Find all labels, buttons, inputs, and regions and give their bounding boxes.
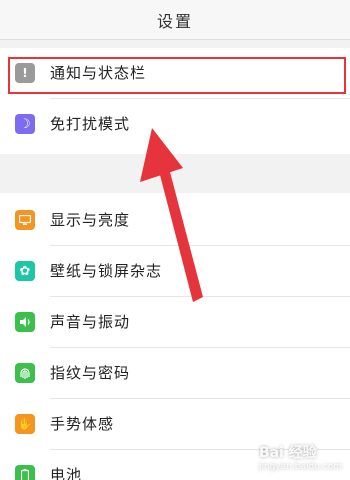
display-icon <box>15 210 35 230</box>
baidu-watermark: Bai 经验 jingyan.baidu.com <box>259 442 342 472</box>
settings-item-wallpaper[interactable]: ✿ 壁纸与锁屏杂志 <box>0 246 350 297</box>
settings-item-fingerprint[interactable]: 指纹与密码 <box>0 348 350 399</box>
settings-item-label: 声音与振动 <box>50 313 131 331</box>
watermark-url: jingyan.baidu.com <box>258 462 342 472</box>
settings-item-display[interactable]: 显示与亮度 <box>0 195 350 246</box>
battery-icon <box>15 465 35 480</box>
settings-item-label: 指纹与密码 <box>50 364 131 382</box>
watermark-text: Bai 经验 <box>258 445 317 461</box>
settings-item-do-not-disturb[interactable]: ☽ 免打扰模式 <box>0 99 350 150</box>
settings-header: 设置 <box>0 0 350 40</box>
settings-item-sound[interactable]: 声音与振动 <box>0 297 350 348</box>
settings-item-label: 电池 <box>50 466 83 480</box>
speaker-icon <box>15 312 35 332</box>
settings-item-label: 显示与亮度 <box>50 211 131 229</box>
settings-group-2: 显示与亮度 ✿ 壁纸与锁屏杂志 声音与振动 指纹与密码 ✋ 手势体感 电池 <box>0 193 350 480</box>
fingerprint-icon <box>15 363 35 383</box>
flower-icon: ✿ <box>15 261 35 281</box>
settings-item-label: 手势体感 <box>50 415 115 433</box>
settings-item-label: 壁纸与锁屏杂志 <box>50 262 163 280</box>
page-title: 设置 <box>156 11 193 31</box>
highlight-box <box>8 57 346 94</box>
settings-item-label: 免打扰模式 <box>50 115 131 133</box>
moon-icon: ☽ <box>15 114 35 134</box>
hand-icon: ✋ <box>15 414 35 434</box>
